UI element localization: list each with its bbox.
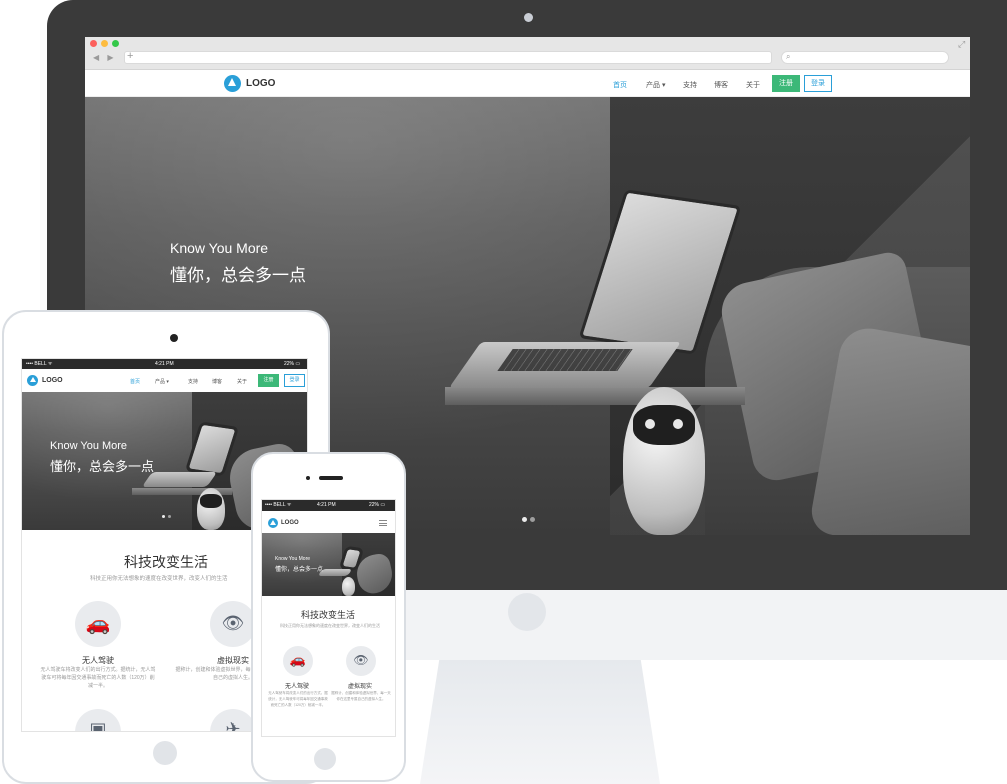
login-button[interactable]: 登录	[284, 374, 305, 387]
carrier-text: •••• BELL ᯤ	[26, 361, 53, 367]
feature-title: 虚拟现实	[348, 684, 373, 690]
android-icon: ▣	[89, 719, 107, 732]
feature-title: 无人驾驶	[82, 656, 114, 665]
carousel-dot[interactable]	[168, 515, 171, 518]
logo-icon[interactable]	[224, 75, 241, 92]
hero-headline-cn: 懂你，总会多一点	[50, 459, 155, 474]
feature-icon-circle: ✈	[210, 709, 256, 732]
section-subtitle: 科技正用你无法想象的速度在改变世界，改变人们的生活	[90, 576, 228, 582]
back-forward-icons[interactable]: ◀ ▶	[93, 53, 117, 62]
register-button[interactable]: 注册	[772, 75, 800, 92]
feature-title: 虚拟现实	[217, 656, 249, 665]
search-icon: ⌕	[786, 52, 791, 61]
carousel-dot[interactable]	[162, 515, 165, 518]
phone-camera	[306, 476, 310, 480]
new-tab-icon[interactable]: +	[127, 50, 133, 62]
minimize-window-button[interactable]	[101, 40, 108, 47]
phone-screen: •••• BELL ᯤ 4:21 PM 22% ▭ LOGO Know You …	[261, 499, 396, 737]
carousel-dot[interactable]	[530, 517, 535, 522]
car-icon: 🚗	[289, 652, 307, 667]
hero-headline-en: Know You More	[50, 440, 128, 452]
hero-headline-cn: 懂你，总会多一点	[170, 266, 306, 285]
feature-title: 无人驾驶	[285, 684, 310, 690]
nav-blog[interactable]: 博客	[212, 378, 222, 385]
fullscreen-icon[interactable]: ⤢	[958, 39, 965, 50]
address-bar[interactable]	[124, 51, 772, 64]
nav-products[interactable]: 产品 ▾	[646, 80, 665, 90]
eye-icon: 👁	[353, 653, 369, 667]
feature-description: 无人驾驶车将改变人们的出行方式。据统计，无人驾驶车可将每年因交通事故而死亡的人数…	[40, 667, 156, 689]
imac-stand	[420, 660, 660, 784]
nav-support[interactable]: 支持	[188, 378, 198, 385]
tablet-camera	[170, 334, 178, 342]
tablet-home-button[interactable]	[153, 741, 177, 765]
hero-banner: Know You More 懂你，总会多一点	[262, 533, 395, 596]
logo-text[interactable]: LOGO	[246, 78, 275, 89]
feature-icon-circle: 🚗	[283, 646, 313, 676]
clock-text: 4:21 PM	[317, 502, 336, 508]
phone-status-bar: •••• BELL ᯤ 4:21 PM 22% ▭	[262, 500, 395, 511]
airplane-icon: ✈	[225, 719, 241, 732]
feature-icon-circle: 🚗	[75, 601, 121, 647]
logo-text[interactable]: LOGO	[281, 520, 299, 526]
feature-icon-circle: 👁	[210, 601, 256, 647]
nav-home[interactable]: 首页	[613, 80, 627, 90]
carousel-dot[interactable]	[522, 517, 527, 522]
battery-text: 22% ▭	[369, 502, 386, 508]
maximize-window-button[interactable]	[112, 40, 119, 47]
hero-headline-en: Know You More	[275, 556, 311, 562]
hamburger-menu-icon[interactable]	[379, 520, 387, 526]
imac-camera	[524, 13, 533, 22]
phone-speaker	[319, 476, 343, 480]
hero-headline-en: Know You More	[170, 240, 269, 256]
logo-icon[interactable]	[27, 375, 38, 386]
feature-description: 无人驾驶车将改变人们的出行方式。据统计，无人驾驶车可将每年因交通事故而死亡的人数…	[268, 691, 328, 707]
battery-text: 22% ▭	[284, 361, 301, 367]
nav-about[interactable]: 关于	[746, 80, 760, 90]
feature-description: 据称计，创建和体验虚拟世界，每一天你在这里专属自己的虚拟人生。	[331, 691, 391, 701]
eye-icon: 👁	[221, 613, 245, 633]
browser-search-input[interactable]: ⌕	[781, 51, 949, 64]
nav-home[interactable]: 首页	[130, 378, 140, 385]
register-button[interactable]: 注册	[258, 374, 279, 387]
close-window-button[interactable]	[90, 40, 97, 47]
browser-toolbar: ◀ ▶ + ⌕ ⤢	[85, 37, 970, 70]
section-title: 科技改变生活	[124, 554, 208, 570]
clock-text: 4:21 PM	[155, 361, 174, 367]
nav-products[interactable]: 产品 ▾	[155, 378, 169, 385]
nav-about[interactable]: 关于	[237, 378, 247, 385]
login-button[interactable]: 登录	[804, 75, 832, 92]
phone-home-button[interactable]	[314, 748, 336, 770]
nav-support[interactable]: 支持	[683, 80, 697, 90]
section-subtitle: 科技正用你无法想象的速度在改变世界，改变人们的生活	[280, 623, 380, 628]
logo-icon[interactable]	[268, 518, 278, 528]
hero-headline-cn: 懂你，总会多一点	[275, 567, 324, 573]
tablet-status-bar: •••• BELL ᯤ 4:21 PM 22% ▭	[22, 359, 307, 369]
apple-logo-icon	[508, 593, 546, 631]
logo-text[interactable]: LOGO	[42, 377, 63, 384]
feature-icon-circle: ▣	[75, 709, 121, 732]
nav-blog[interactable]: 博客	[714, 80, 728, 90]
car-icon: 🚗	[85, 613, 111, 635]
section-title: 科技改变生活	[301, 610, 356, 620]
site-header: LOGO 首页 产品 ▾ 支持 博客 关于 注册 登录	[85, 70, 970, 97]
carrier-text: •••• BELL ᯤ	[265, 502, 292, 508]
feature-icon-circle: 👁	[346, 646, 376, 676]
